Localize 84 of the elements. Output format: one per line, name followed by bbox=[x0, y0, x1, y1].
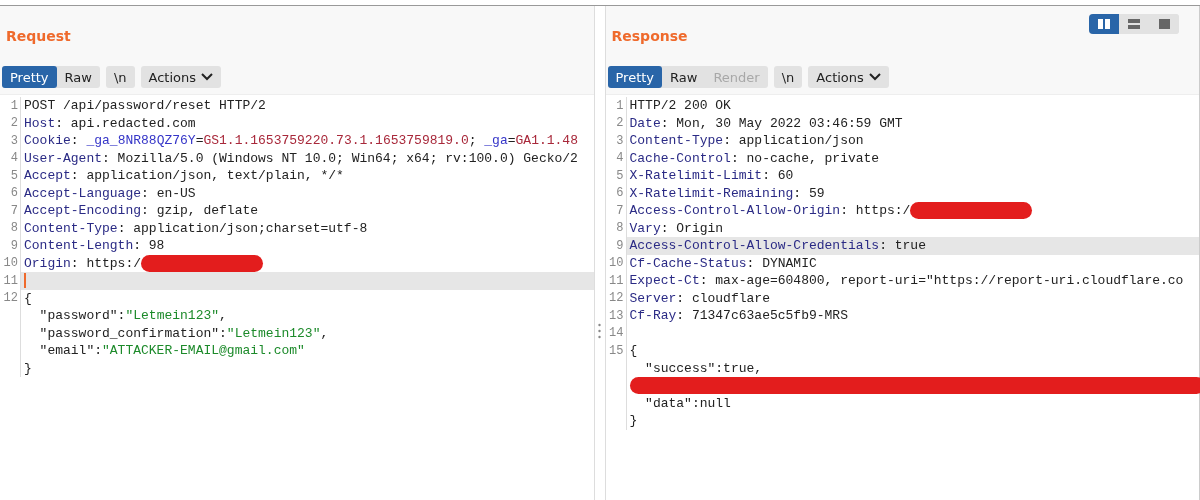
header-name: Cf-Ray bbox=[629, 308, 677, 324]
code-text: } bbox=[629, 413, 638, 429]
header-name: Server bbox=[629, 290, 677, 306]
line-number: 11 bbox=[0, 272, 21, 290]
header-name: Content-Type bbox=[629, 133, 724, 149]
code-text: , bbox=[219, 308, 227, 324]
header-name: Expect-Ct bbox=[629, 273, 700, 289]
header-name: Content-Length bbox=[24, 238, 134, 254]
header-name: Content-Type bbox=[24, 220, 118, 236]
header-name: Access-Control-Allow-Origin bbox=[629, 203, 841, 219]
code-text: "Letmein123" bbox=[226, 325, 321, 341]
code-text: : no-cache, private bbox=[730, 150, 880, 166]
code-text: "password": bbox=[38, 308, 126, 324]
view-tab[interactable]: Raw bbox=[662, 66, 706, 88]
code-text: : https:/ bbox=[840, 203, 911, 219]
code-text: : application/json;charset=utf-8 bbox=[117, 220, 368, 236]
code-text: "success":true, bbox=[644, 360, 763, 376]
rows-icon bbox=[1128, 19, 1140, 29]
actions-button[interactable]: Actions bbox=[140, 66, 222, 88]
header-name: Date bbox=[629, 115, 661, 131]
code-text: { bbox=[24, 290, 32, 306]
code-text: : true bbox=[879, 238, 926, 254]
code-text: : bbox=[70, 133, 80, 149]
header-name: Vary bbox=[629, 220, 661, 236]
code-text: ; bbox=[468, 133, 478, 149]
code-text: : 59 bbox=[793, 185, 825, 201]
header-name: Cf-Cache-Status bbox=[629, 255, 747, 271]
header-name: Host bbox=[24, 115, 56, 131]
code-text: _ga bbox=[484, 133, 508, 149]
newline-button[interactable]: \n bbox=[105, 66, 135, 88]
code-text: GA1.1.48 bbox=[515, 133, 578, 149]
code-text: : Mon, 30 May 2022 03:46:59 GMT bbox=[660, 115, 903, 131]
drag-handle-icon[interactable] bbox=[598, 322, 601, 339]
actions-button[interactable]: Actions bbox=[808, 66, 889, 88]
header-name: X-Ratelimit-Limit bbox=[629, 168, 763, 184]
code-text: = bbox=[507, 133, 516, 149]
code-text: "email": bbox=[38, 343, 102, 359]
header-name: Accept-Language bbox=[24, 185, 142, 201]
code-text: : 98 bbox=[133, 238, 165, 254]
panel-title: Request bbox=[6, 28, 71, 44]
header-name: Origin bbox=[24, 255, 71, 271]
columns-icon bbox=[1098, 19, 1110, 29]
code-text: : Mozilla/5.0 (Windows NT 10.0; Win64; x64; rv:100.0) Gecko/2 bbox=[102, 150, 578, 166]
code-text: : gzip, deflate bbox=[141, 203, 259, 219]
view-tab[interactable]: Pretty bbox=[607, 66, 663, 88]
code-text: = bbox=[195, 133, 204, 149]
code-text: , bbox=[320, 325, 329, 341]
square-icon bbox=[1158, 19, 1170, 29]
newline-button[interactable]: \n bbox=[773, 66, 803, 88]
panel-title: Response bbox=[611, 28, 688, 44]
code-text: "password_confirmation": bbox=[38, 325, 227, 341]
code-text: : max-age=604800, report-uri="https://report-uri.cloudflare.co bbox=[699, 273, 1184, 289]
code-text: : 60 bbox=[762, 168, 794, 184]
code-text: : DYNAMIC bbox=[746, 255, 817, 271]
header-name: User-Agent bbox=[24, 150, 102, 166]
header-name: Cache-Control bbox=[629, 150, 731, 166]
code-text: } bbox=[24, 360, 32, 376]
code-text: : application/json bbox=[723, 133, 864, 149]
line-number: 9 bbox=[605, 237, 627, 255]
code-text: : Origin bbox=[660, 220, 724, 236]
code-text: : cloudflare bbox=[676, 290, 770, 306]
code-text: "data":null bbox=[644, 395, 731, 411]
view-tab[interactable]: Pretty bbox=[2, 66, 57, 88]
code-text: "ATTACKER-EMAIL@gmail.com" bbox=[102, 343, 305, 359]
chevron-down-icon bbox=[201, 73, 214, 81]
code-text: { bbox=[629, 343, 638, 359]
code-text: : en-US bbox=[141, 185, 196, 201]
code-text: _ga_8NR88QZ76Y bbox=[86, 133, 196, 149]
code-text: : https:/ bbox=[70, 255, 142, 271]
header-name: Accept-Encoding bbox=[24, 203, 142, 219]
code-text: : api.redacted.com bbox=[55, 115, 196, 131]
chevron-down-icon bbox=[868, 73, 881, 81]
code-text: : 71347c63ae5c5fb9-MRS bbox=[676, 308, 848, 324]
header-name: Cookie bbox=[24, 133, 71, 149]
code-text: : application/json, text/plain, */* bbox=[70, 168, 344, 184]
view-tab[interactable]: Raw bbox=[56, 66, 100, 88]
header-name: Access-Control-Allow-Credentials bbox=[629, 238, 880, 254]
header-name: Accept bbox=[24, 168, 71, 184]
code-text: POST /api/password/reset HTTP/2 bbox=[24, 98, 266, 114]
header-name: X-Ratelimit-Remaining bbox=[629, 185, 794, 201]
layout-toggle[interactable] bbox=[1089, 14, 1119, 34]
code-text: HTTP/2 200 OK bbox=[629, 98, 731, 114]
code-text: GS1.1.1653759220.73.1.1653759819.0 bbox=[203, 133, 469, 149]
code-text: "Letmein123" bbox=[125, 308, 220, 324]
